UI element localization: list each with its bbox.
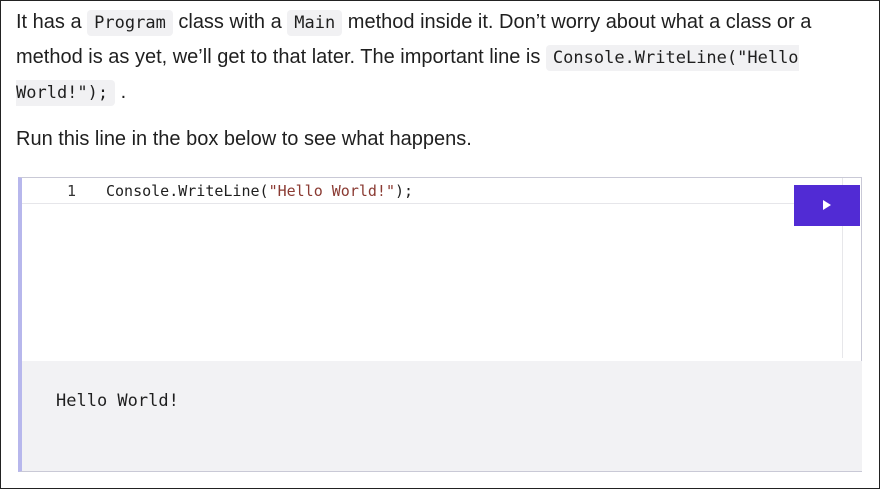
run-button[interactable] (794, 185, 860, 226)
code-method: Console.WriteLine( (106, 182, 269, 200)
intro-paragraph: It has a Program class with a Main metho… (16, 5, 866, 110)
intro-text-4: . (115, 81, 127, 103)
play-icon (823, 200, 831, 210)
page-frame: It has a Program class with a Main metho… (0, 0, 880, 489)
intro-text-2: class with a (172, 11, 288, 33)
code-line[interactable]: 1 Console.WriteLine("Hello World!"); (22, 181, 842, 204)
code-editor[interactable]: 1 Console.WriteLine("Hello World!"); (22, 178, 843, 358)
intro-text-1: It has a (16, 11, 88, 33)
code-string: "Hello World!" (268, 182, 395, 200)
main-code: Main (287, 10, 343, 36)
instruction-paragraph: Run this line in the box below to see wh… (16, 128, 472, 150)
line-number: 1 (66, 182, 76, 200)
code-runner: 1 Console.WriteLine("Hello World!"); Hel… (18, 177, 862, 472)
output-panel: Hello World! (22, 361, 862, 471)
program-code: Program (87, 10, 173, 36)
code-text[interactable]: Console.WriteLine("Hello World!"); (106, 182, 413, 200)
output-text: Hello World! (56, 391, 179, 411)
code-end: ); (395, 182, 414, 200)
